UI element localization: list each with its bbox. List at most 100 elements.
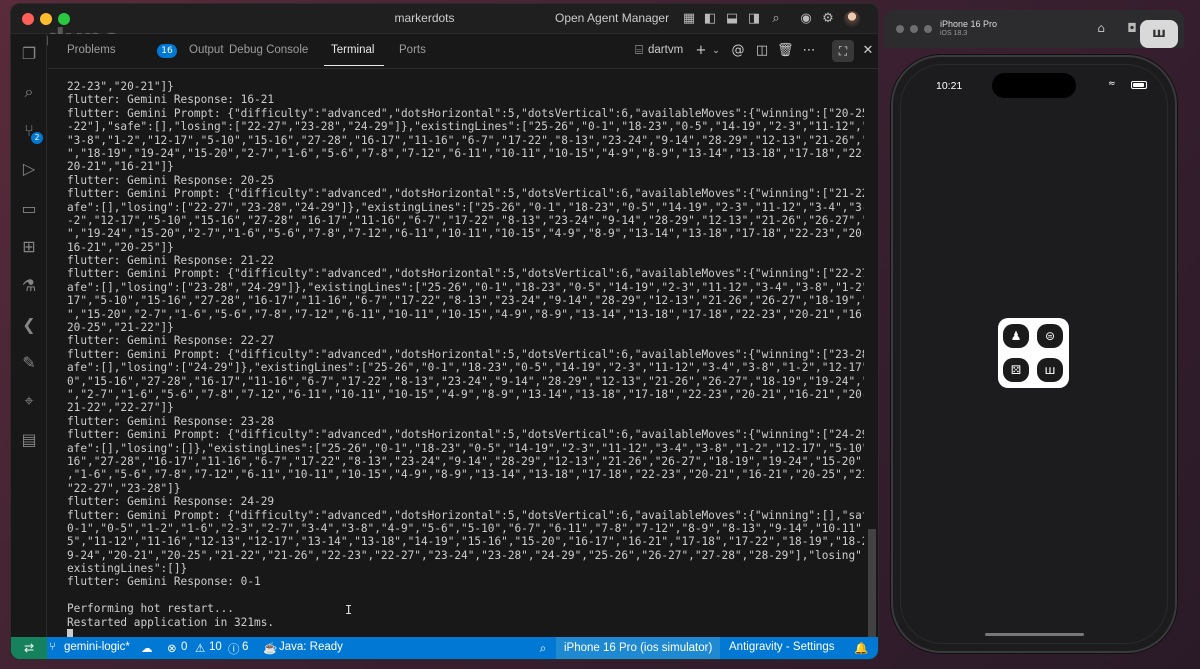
terminal-line: Performing hot restart... bbox=[67, 602, 234, 616]
close-panel-icon[interactable]: ✕ bbox=[860, 43, 876, 59]
pencil-icon[interactable]: ✎ bbox=[19, 353, 39, 373]
info-icon[interactable]: ⓘ bbox=[228, 641, 240, 657]
terminal-line: 22-23","20-21"]} bbox=[67, 80, 174, 93]
simulator-minimize-dot[interactable] bbox=[910, 25, 918, 33]
terminal-line: 9-24","20-21","20-25","21-22","21-26","2… bbox=[67, 548, 864, 562]
device-selector[interactable]: iPhone 16 Pro (ios simulator) bbox=[556, 637, 721, 659]
home-icon[interactable]: ⌂ bbox=[1093, 20, 1109, 36]
tab-debug-console[interactable]: Debug Console bbox=[229, 44, 308, 56]
terminal-line: afe":[],"losing":["23-28","24-29"]},"exi… bbox=[67, 280, 864, 294]
remote-indicator-icon[interactable]: ⇄ bbox=[11, 637, 47, 659]
explorer-icon[interactable]: ❐ bbox=[19, 44, 39, 64]
antigravity-settings[interactable]: Antigravity - Settings bbox=[729, 641, 834, 653]
terminal-line: "3-8","1-2","12-17","5-10","15-16","27-2… bbox=[67, 133, 864, 147]
flutter-icon[interactable]: ❮ bbox=[19, 315, 39, 335]
vscode-window: markerdots Open Agent Manager ▦ ◧ ⬓ ◨ ⌕ … bbox=[10, 3, 879, 660]
run-debug-icon[interactable]: ▷ bbox=[19, 159, 39, 179]
branch-name[interactable]: gemini-logic* bbox=[64, 641, 130, 653]
new-terminal-plus-icon[interactable]: + bbox=[693, 43, 709, 59]
zoom-search-icon[interactable]: ⌕ bbox=[530, 637, 556, 659]
phone-clock: 10:21 bbox=[936, 80, 963, 92]
terminal-line: 20-25","21-22"]} bbox=[67, 321, 174, 335]
simulator-zoom-dot[interactable] bbox=[924, 25, 932, 33]
at-mention-icon[interactable]: @ bbox=[730, 43, 746, 59]
warnings-count[interactable]: 10 bbox=[209, 641, 222, 653]
terminal-line: 0","15-16","27-28","16-17","11-16","6-7"… bbox=[67, 374, 864, 388]
terminal-line: flutter: Gemini Response: 20-25 bbox=[67, 173, 275, 187]
tab-problems[interactable]: Problems bbox=[67, 44, 116, 56]
gamepad-icon: ⊜ bbox=[1037, 324, 1063, 348]
java-icon: ☕ bbox=[263, 643, 278, 655]
chrome-icon[interactable]: ◉ bbox=[798, 11, 814, 27]
status-bar: ⇄ ⑂ gemini-logic* ☁ ⊗ 0 ⚠ 10 ⓘ 6 ☕ Java:… bbox=[11, 637, 878, 659]
terminal-output[interactable]: 22-23","20-21"]} flutter: Gemini Response… bbox=[48, 74, 864, 637]
split-terminal-icon[interactable]: ◫ bbox=[754, 43, 770, 59]
branch-icon: ⑂ bbox=[49, 641, 56, 653]
info-count[interactable]: 6 bbox=[242, 641, 248, 653]
terminal-line: afe":[],"losing":["22-27","23-28","24-29… bbox=[67, 200, 864, 214]
maximize-panel-icon[interactable]: ⛶ bbox=[832, 40, 854, 62]
tab-terminal[interactable]: Terminal bbox=[331, 44, 374, 56]
dice-icon: ⚄ bbox=[1003, 358, 1029, 382]
terminal-line: ","19-24","15-20","2-7","1-6","5-6","7-8… bbox=[67, 227, 864, 241]
scrollbar-thumb[interactable] bbox=[868, 529, 876, 637]
app-logo: ♟ ⊜ ⚄ ꟺ bbox=[998, 318, 1069, 388]
home-indicator[interactable] bbox=[985, 633, 1084, 636]
terminal-line: flutter: Gemini Response: 16-21 bbox=[67, 93, 275, 107]
terminal-line: flutter: Gemini Prompt: {"difficulty":"a… bbox=[67, 187, 864, 201]
terminal-profile-label[interactable]: dartvm bbox=[648, 44, 683, 56]
toggle-panel-icon[interactable]: ⬓ bbox=[724, 11, 740, 27]
layout-icon[interactable]: ▦ bbox=[681, 11, 697, 27]
terminal-line: flutter: Gemini Response: 22-27 bbox=[67, 334, 275, 348]
terminal-line: flutter: Gemini Prompt: {"difficulty":"a… bbox=[67, 508, 864, 522]
terminal-line: 21-22","22-27"]} bbox=[67, 401, 174, 415]
gear-icon[interactable]: ⚙ bbox=[820, 11, 836, 27]
tab-ports[interactable]: Ports bbox=[399, 44, 426, 56]
sync-icon[interactable]: ☁ bbox=[141, 641, 153, 655]
terminal-prompt-line[interactable] bbox=[67, 629, 864, 637]
simulator-os-version: iOS 18.3 bbox=[940, 30, 968, 37]
screenshot-camera-icon[interactable]: ◘ bbox=[1124, 20, 1140, 36]
errors-icon[interactable]: ⊗ bbox=[167, 641, 177, 655]
toggle-secondary-sidebar-icon[interactable]: ◨ bbox=[746, 11, 762, 27]
more-actions-icon[interactable]: ⋯ bbox=[801, 43, 817, 59]
terminal-line: ","18-19","19-24","15-20","2-7","1-6","5… bbox=[67, 146, 864, 160]
simulator-close-dot[interactable] bbox=[896, 25, 904, 33]
extensions-icon[interactable]: ⊞ bbox=[19, 237, 39, 257]
simulator-device-name: iPhone 16 Pro bbox=[940, 19, 998, 29]
bell-icon[interactable]: 🔔 bbox=[854, 641, 868, 655]
java-status[interactable]: Java: Ready bbox=[279, 641, 343, 653]
terminal-line: ","15-20","2-7","1-6","5-6","7-8","7-12"… bbox=[67, 307, 864, 321]
activity-bar: ❐ ⌕ ⑂ 2 ▷ ▭ ⊞ ⚗ ❮ ✎ ⌖ ▤ bbox=[11, 34, 47, 637]
terminal-line: 17","5-10","15-16","27-28","16-17","11-1… bbox=[67, 294, 864, 308]
search-icon[interactable]: ⌕ bbox=[768, 11, 784, 27]
browser-preview-icon[interactable]: ▤ bbox=[19, 430, 39, 450]
terminal-line: 20-21","16-21"]} bbox=[67, 160, 174, 174]
active-tab-indicator bbox=[324, 65, 384, 66]
inspect-icon[interactable]: ⌖ bbox=[19, 391, 39, 411]
terminal-scrollbar[interactable] bbox=[864, 74, 878, 637]
remote-explorer-icon[interactable]: ▭ bbox=[19, 199, 39, 219]
terminal-line: flutter: Gemini Prompt: {"difficulty":"a… bbox=[67, 106, 864, 120]
account-avatar[interactable] bbox=[844, 11, 860, 27]
open-agent-manager-button[interactable]: Open Agent Manager bbox=[555, 11, 669, 25]
terminal-line: ","2-7","1-6","5-6","7-8","7-12","6-11",… bbox=[67, 387, 864, 401]
toggle-primary-sidebar-icon[interactable]: ◧ bbox=[702, 11, 718, 27]
terminal-line: 16","27-28","16-17","11-16","6-7","17-22… bbox=[67, 454, 864, 468]
problems-count-badge: 16 bbox=[157, 44, 177, 58]
search-icon[interactable]: ⌕ bbox=[19, 82, 39, 102]
terminal-cursor bbox=[67, 629, 73, 637]
terminal-line: 5","11-12","11-16","12-13","12-17","13-1… bbox=[67, 535, 864, 549]
tab-output[interactable]: Output bbox=[189, 44, 224, 56]
testing-flask-icon[interactable]: ⚗ bbox=[19, 276, 39, 296]
terminal-line: ,"1-6","5-6","7-8","7-12","6-11","10-11"… bbox=[67, 468, 864, 482]
trash-icon[interactable]: 🗑 bbox=[777, 43, 794, 59]
chevron-down-icon[interactable]: ⌄ bbox=[708, 43, 724, 59]
mouse-text-cursor: I bbox=[345, 603, 353, 617]
terminal-line: flutter: Gemini Response: 23-28 bbox=[67, 414, 275, 428]
terminal-line: flutter: Gemini Response: 21-22 bbox=[67, 254, 275, 268]
warnings-icon[interactable]: ⚠ bbox=[195, 641, 205, 655]
errors-count[interactable]: 0 bbox=[181, 641, 187, 653]
terminal-line: flutter: Gemini Prompt: {"difficulty":"a… bbox=[67, 428, 864, 442]
terminal-line: "22-27","23-28"]} bbox=[67, 481, 181, 495]
